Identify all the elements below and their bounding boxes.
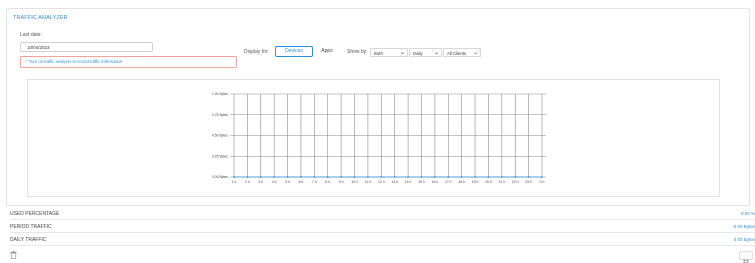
- y-tick-label: 1.00 Bytes: [212, 92, 228, 96]
- data-point: [514, 176, 517, 178]
- daily-traffic-label: DAILY TRAFFIC: [10, 237, 47, 243]
- data-point: [273, 176, 276, 178]
- data-point: [500, 176, 503, 178]
- x-tick-label: 15 h: [418, 180, 425, 184]
- x-tick-label: 18 h: [458, 180, 465, 184]
- direction-select-value: Both: [374, 51, 383, 56]
- last-date-field[interactable]: 10/04/2023: [20, 42, 153, 52]
- chevron-down-icon: ⌄: [433, 50, 439, 56]
- data-point: [447, 176, 450, 178]
- data-point: [367, 176, 369, 178]
- x-tick-label: 1 h: [232, 180, 237, 184]
- used-percentage-label: USED PERCENTAGE: [10, 211, 60, 217]
- x-tick-label: 13 h: [391, 180, 398, 184]
- period-traffic-value: 0.00 Bytes: [733, 224, 755, 229]
- data-point: [420, 176, 423, 178]
- data-point: [433, 176, 436, 178]
- trash-icon[interactable]: [10, 251, 17, 259]
- period-select-value: Daily: [413, 51, 423, 56]
- show-by-label: Show by:: [347, 49, 368, 55]
- x-tick-label: 2 h: [245, 180, 250, 184]
- data-point: [460, 176, 463, 178]
- data-point: [353, 176, 356, 178]
- period-traffic-row: PERIOD TRAFFIC 0.00 Bytes: [10, 221, 755, 233]
- data-point: [541, 176, 543, 178]
- alert-text: Turn on traffic analyzer to record traff…: [27, 59, 123, 64]
- x-tick-label: 16 h: [432, 180, 439, 184]
- data-point: [259, 176, 262, 178]
- chevron-down-icon: ⌄: [399, 50, 405, 56]
- traffic-analyzer-panel: TRAFFIC ANALYZER Last date: 10/04/2023 *…: [6, 8, 750, 206]
- data-point: [246, 176, 249, 178]
- x-tick-label: 6 h: [299, 180, 304, 184]
- data-point: [474, 176, 476, 178]
- data-point: [286, 176, 289, 178]
- data-point: [340, 176, 343, 178]
- period-select[interactable]: Daily ⌄: [409, 48, 442, 57]
- y-tick-label: 0.25 Bytes: [212, 154, 228, 158]
- last-date-label: Last date:: [20, 32, 42, 38]
- data-point: [407, 176, 409, 178]
- data-point: [300, 176, 302, 178]
- x-tick-label: 4 h: [272, 180, 277, 184]
- data-point: [380, 176, 383, 178]
- x-tick-label: 11 h: [365, 180, 371, 184]
- x-tick-label: 20 h: [485, 180, 492, 184]
- x-tick-label: 22 h: [512, 180, 519, 184]
- daily-traffic-value: 0.00 Bytes: [733, 237, 755, 242]
- y-tick-label: 0.50 Bytes: [212, 134, 228, 138]
- x-tick-label: 14 h: [405, 180, 412, 184]
- clients-select-value: All Clients: [447, 51, 467, 56]
- direction-select[interactable]: Both ⌄: [370, 48, 408, 57]
- x-tick-label: 5 h: [285, 180, 290, 184]
- grid-icon: [743, 259, 749, 263]
- clients-select[interactable]: All Clients ⌄: [443, 48, 481, 57]
- toggle-icon[interactable]: [739, 251, 753, 263]
- x-tick-label: 12 h: [378, 180, 385, 184]
- traffic-analyzer-alert[interactable]: * Turn on traffic analyzer to record tra…: [20, 56, 237, 68]
- data-point: [326, 176, 329, 178]
- x-tick-label: 9 h: [339, 180, 344, 184]
- period-traffic-label: PERIOD TRAFFIC: [10, 224, 52, 230]
- data-point: [233, 176, 235, 178]
- panel-title: TRAFFIC ANALYZER: [13, 15, 68, 21]
- data-point: [313, 176, 316, 178]
- x-tick-label: 10 h: [351, 180, 358, 184]
- traffic-analyzer-page: TRAFFIC ANALYZER Last date: 10/04/2023 *…: [0, 0, 755, 263]
- x-tick-label: 23 h: [525, 180, 532, 184]
- x-tick-label: 3 h: [258, 180, 263, 184]
- apps-tab[interactable]: Apps: [315, 46, 339, 57]
- traffic-chart: 1.00 Bytes 0.75 Bytes 0.50 Bytes 0.25 Bytes…: [27, 79, 720, 197]
- y-tick-label: 0.00 Bytes: [212, 175, 228, 179]
- devices-tab[interactable]: Devices: [275, 46, 313, 57]
- x-tick-label: 0 h: [540, 180, 545, 184]
- x-tick-label: 7 h: [312, 180, 317, 184]
- x-tick-label: 19 h: [472, 180, 479, 184]
- display-for-label: Display for:: [244, 49, 270, 55]
- data-point: [393, 176, 396, 178]
- chevron-down-icon: ⌄: [472, 50, 478, 56]
- data-point: [527, 176, 530, 178]
- y-tick-label: 0.75 Bytes: [212, 113, 228, 117]
- traffic-chart-svg: 1.00 Bytes 0.75 Bytes 0.50 Bytes 0.25 Bytes…: [212, 92, 546, 184]
- used-percentage-value: 0.00 %: [740, 211, 755, 216]
- x-tick-label: 17 h: [445, 180, 452, 184]
- x-tick-label: 21 h: [499, 180, 506, 184]
- daily-traffic-row: DAILY TRAFFIC 0.00 Bytes: [10, 234, 755, 246]
- data-point: [487, 176, 490, 178]
- x-tick-label: 8 h: [325, 180, 330, 184]
- used-percentage-row: USED PERCENTAGE 0.00 %: [10, 208, 755, 220]
